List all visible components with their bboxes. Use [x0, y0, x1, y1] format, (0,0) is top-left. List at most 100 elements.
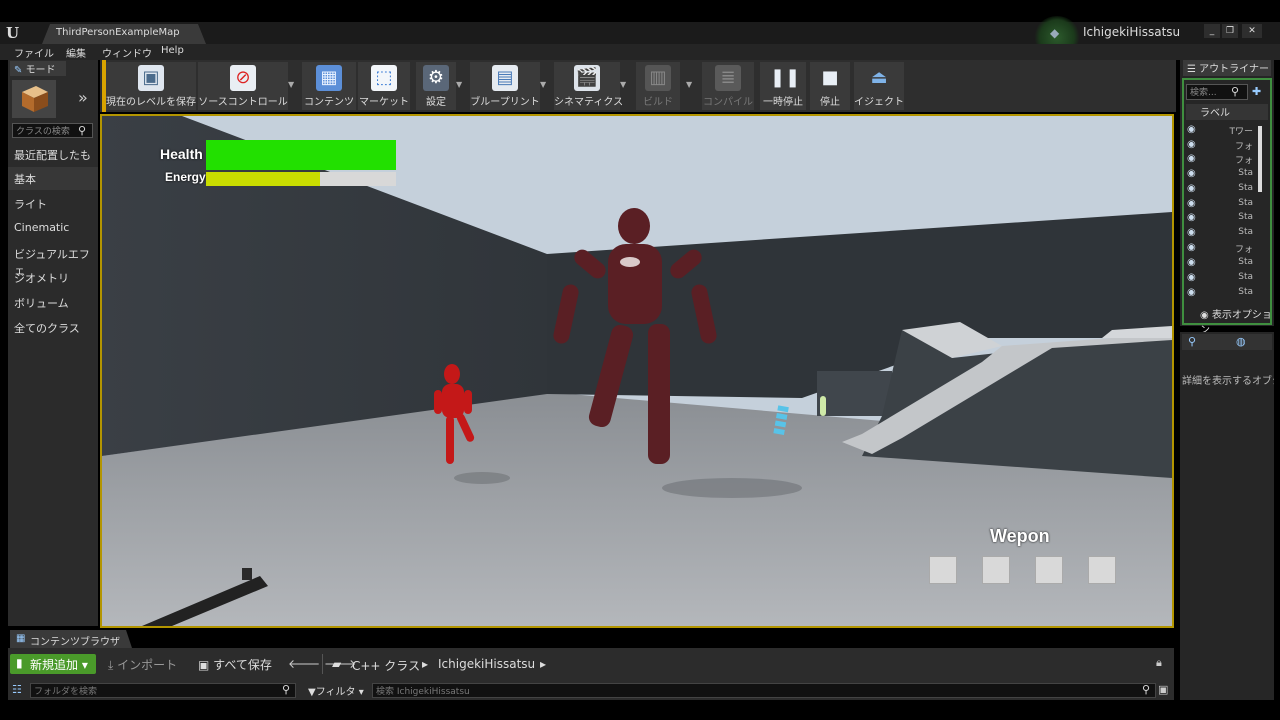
breadcrumb-project[interactable]: IchigekiHissatsu	[438, 657, 535, 671]
source-control-icon: ⊘	[230, 65, 256, 91]
breadcrumb-cpp-classes[interactable]: C++ クラス	[352, 657, 420, 674]
eye-icon[interactable]: ◉	[1187, 153, 1196, 164]
folder-search-input[interactable]: フォルダを検索	[30, 683, 296, 698]
modes-tab-label: モード	[25, 65, 56, 76]
category-all-classes[interactable]: 全てのクラス	[8, 316, 98, 339]
pause-icon: ❚❚	[770, 67, 801, 88]
eye-icon[interactable]: ◉	[1187, 257, 1196, 268]
settings-icon: ⚙	[423, 65, 449, 91]
pause-button[interactable]: ❚❚ 一時停止	[760, 62, 806, 110]
menu-file[interactable]: ファイル	[14, 45, 54, 60]
filter-button[interactable]: ▼フィルタ ▾	[308, 683, 364, 698]
save-icon: ▣	[138, 65, 164, 91]
eye-icon[interactable]: ◉	[1187, 272, 1196, 283]
eye-icon[interactable]: ◉	[1187, 183, 1196, 194]
back-arrow-icon[interactable]: 🡐	[288, 657, 320, 671]
outliner-row[interactable]: ◉ Sta	[1187, 287, 1267, 301]
category-visual-effects[interactable]: ビジュアルエフェ	[8, 242, 98, 277]
source-control-button[interactable]: ⊘ ソースコントロール	[198, 62, 288, 110]
save-all-button[interactable]: ▣ すべて保存	[198, 656, 272, 673]
cinematics-button[interactable]: 🎬 シネマティクス	[554, 62, 623, 110]
outliner-row[interactable]: ◉ Sta	[1187, 227, 1267, 241]
content-browser-tab[interactable]: コンテンツブラウザ	[10, 630, 132, 648]
expand-modes-icon[interactable]: »	[78, 88, 88, 107]
search-icon: ⚲	[1231, 85, 1240, 98]
cinematics-dropdown-icon[interactable]: ▼	[620, 80, 626, 89]
category-recent[interactable]: 最近配置したもの	[8, 143, 98, 178]
asset-search-input[interactable]: 検索 IchigekiHissatsu	[372, 683, 1156, 698]
outliner-row[interactable]: ◉ Sta	[1187, 183, 1267, 197]
outliner-row[interactable]: ◉ Sta	[1187, 212, 1267, 226]
eye-icon[interactable]: ◉	[1187, 242, 1196, 253]
outliner-column-header[interactable]: ラベル	[1186, 104, 1268, 120]
outliner-row[interactable]: ◉ フォ	[1187, 153, 1267, 167]
outliner-tab[interactable]: ☰ アウトライナー	[1183, 60, 1271, 76]
eye-icon[interactable]: ◉	[1187, 212, 1196, 223]
eye-icon[interactable]: ◉	[1187, 287, 1196, 298]
eye-icon[interactable]: ◉	[1187, 139, 1196, 150]
details-tab-icon[interactable]: ⚲	[1188, 335, 1196, 348]
close-button[interactable]: ✕	[1242, 24, 1262, 38]
settings-label: 設定	[426, 97, 446, 108]
save-search-icon[interactable]: ▣	[1158, 683, 1168, 696]
search-icon: ⚲	[282, 683, 291, 696]
menu-window[interactable]: ウィンドウ	[102, 45, 152, 60]
level-tab[interactable]: ThirdPersonExampleMap	[42, 24, 206, 44]
lock-icon[interactable]: 🔒︎	[1156, 656, 1162, 670]
build-label: ビルド	[643, 97, 673, 108]
eye-icon[interactable]: ◉	[1187, 198, 1196, 209]
eye-icon[interactable]: ◉	[1187, 124, 1196, 135]
category-lights[interactable]: ライト	[8, 192, 98, 215]
modes-tab[interactable]: ✎ モード	[10, 61, 66, 76]
category-cinematic[interactable]: Cinematic	[8, 217, 98, 240]
settings-button[interactable]: ⚙ 設定	[416, 62, 456, 110]
import-button[interactable]: ⤓ インポート	[108, 656, 177, 673]
outliner-row[interactable]: ◉ フォ	[1187, 139, 1267, 153]
eye-icon[interactable]: ◉	[1187, 227, 1196, 238]
build-dropdown-icon[interactable]: ▼	[686, 80, 692, 89]
world-settings-tab-icon[interactable]: ◍	[1236, 335, 1246, 348]
outliner-row[interactable]: ◉ Sta	[1187, 272, 1267, 286]
menu-edit[interactable]: 編集	[66, 45, 86, 60]
settings-dropdown-icon[interactable]: ▼	[456, 80, 462, 89]
content-button[interactable]: ▦ コンテンツ	[302, 62, 356, 110]
sources-panel-icon[interactable]: ☷	[12, 683, 22, 696]
outliner-row[interactable]: ◉ Tワー	[1187, 124, 1267, 138]
save-level-button[interactable]: ▣ 現在のレベルを保存	[106, 62, 196, 110]
add-actor-icon[interactable]: ✚	[1252, 85, 1261, 98]
build-button[interactable]: ▥ ビルド	[636, 62, 680, 110]
compile-label: コンパイル	[703, 97, 753, 108]
blueprint-button[interactable]: ▤ ブループリント	[470, 62, 540, 110]
outliner-row[interactable]: ◉ フォ	[1187, 242, 1267, 256]
outliner-scrollbar[interactable]	[1258, 126, 1262, 192]
marketplace-button[interactable]: ⬚ マーケット	[358, 62, 410, 110]
category-geometry[interactable]: ジオメトリ	[8, 266, 98, 289]
minimize-button[interactable]: _	[1204, 24, 1220, 38]
source-control-dropdown-icon[interactable]: ▼	[288, 80, 294, 89]
save-all-label: すべて保存	[213, 658, 272, 672]
maximize-button[interactable]: ❐	[1222, 24, 1238, 38]
menu-help[interactable]: Help	[161, 45, 184, 56]
energy-bar	[206, 172, 396, 186]
eject-icon: ⏏	[870, 67, 888, 88]
marketplace-label: マーケット	[359, 97, 409, 108]
category-basic[interactable]: 基本	[8, 167, 98, 190]
add-new-button[interactable]: 新規追加 ▾	[10, 654, 96, 674]
breadcrumb-separator-icon: ▸	[540, 657, 547, 671]
user-icon[interactable]: ◆	[1050, 26, 1059, 40]
outliner-tab-icon: ☰	[1187, 64, 1200, 75]
outliner-row[interactable]: ◉ Sta	[1187, 198, 1267, 212]
eye-icon[interactable]: ◉	[1187, 168, 1196, 179]
outliner-row[interactable]: ◉ Sta	[1187, 168, 1267, 182]
blueprint-label: ブループリント	[470, 97, 540, 108]
place-mode-button[interactable]	[12, 80, 56, 118]
category-volumes[interactable]: ボリューム	[8, 291, 98, 314]
save-level-label: 現在のレベルを保存	[106, 97, 196, 108]
compile-button[interactable]: ≣ コンパイル	[702, 62, 754, 110]
blueprint-dropdown-icon[interactable]: ▼	[540, 80, 546, 89]
level-viewport[interactable]: ▮▮▮▮ Health Energy Wepon	[100, 114, 1174, 628]
new-file-icon: ▮	[16, 656, 23, 670]
outliner-row[interactable]: ◉ Sta	[1187, 257, 1267, 271]
stop-button[interactable]: ■ 停止	[810, 62, 850, 110]
eject-button[interactable]: ⏏ イジェクト	[854, 62, 904, 110]
